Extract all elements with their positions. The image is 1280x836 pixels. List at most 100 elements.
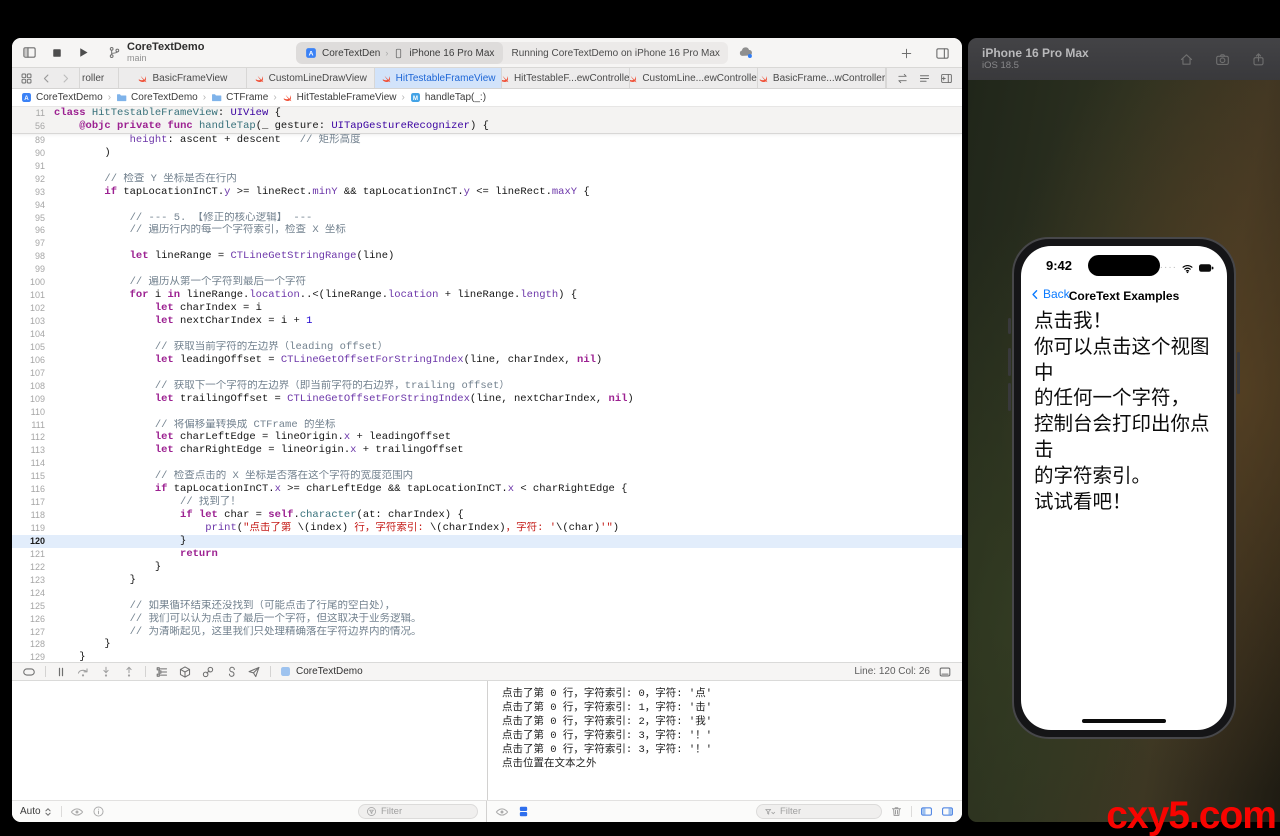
code-line-109[interactable]: 109 let trailingOffset = CTLineGetOffset… xyxy=(12,393,962,406)
code-line-114[interactable]: 114 xyxy=(12,457,962,470)
code-line-97[interactable]: 97 xyxy=(12,237,962,250)
quicklook-icon[interactable] xyxy=(70,805,84,819)
line-number[interactable]: 95 xyxy=(12,212,54,225)
scheme-selector[interactable]: A CoreTextDen › iPhone 16 Pro Max Runnin… xyxy=(296,42,728,64)
breadcrumb-item[interactable]: MhandleTap(_:) xyxy=(410,92,486,103)
simulate-location-icon[interactable] xyxy=(247,665,261,679)
code-line-108[interactable]: 108 // 获取下一个字符的左边界（即当前字符的右边界，trailing of… xyxy=(12,380,962,393)
tab-hittestableframeview[interactable]: HitTestableFrameView xyxy=(374,68,503,88)
line-number[interactable]: 127 xyxy=(12,626,54,639)
coretext-line[interactable]: 试试看吧！ xyxy=(1034,490,1221,516)
line-number[interactable]: 99 xyxy=(12,263,54,276)
line-number[interactable]: 121 xyxy=(12,548,54,561)
code-line-116[interactable]: 116 if tapLocationInCT.x >= charLeftEdge… xyxy=(12,483,962,496)
code-line-99[interactable]: 99 xyxy=(12,263,962,276)
code-line-106[interactable]: 106 let leadingOffset = CTLineGetOffsetF… xyxy=(12,354,962,367)
tab-customlinedrawview[interactable]: CustomLineDrawView xyxy=(247,68,375,88)
line-number[interactable]: 104 xyxy=(12,328,54,341)
line-number[interactable]: 124 xyxy=(12,587,54,600)
coretext-view[interactable]: 点击我！ 你可以点击这个视图中 的任何一个字符， 控制台会打印出你点击 的字符索引。 试试… xyxy=(1034,309,1221,515)
line-number[interactable]: 56 xyxy=(12,120,54,133)
coretext-line[interactable]: 的任何一个字符， xyxy=(1034,386,1221,412)
code-line-56[interactable]: 56 @objc private func handleTap(_ gestur… xyxy=(12,120,962,133)
code-line-96[interactable]: 96 // 遍历行内的每一个字符索引，检查 X 坐标 xyxy=(12,224,962,237)
line-number[interactable]: 92 xyxy=(12,173,54,186)
code-line-100[interactable]: 100 // 遍历从第一个字符到最后一个字符 xyxy=(12,276,962,289)
coretext-line[interactable]: 点击我！ xyxy=(1034,309,1221,335)
code-line-98[interactable]: 98 let lineRange = CTLineGetStringRange(… xyxy=(12,250,962,263)
screenshot-icon[interactable] xyxy=(1215,52,1230,67)
runtime-issues-icon[interactable] xyxy=(224,665,238,679)
run-button[interactable] xyxy=(77,46,90,59)
code-line-122[interactable]: 122 } xyxy=(12,561,962,574)
line-number[interactable]: 97 xyxy=(12,237,54,250)
code-line-128[interactable]: 128 } xyxy=(12,638,962,651)
code-line-101[interactable]: 101 for i in lineRange.location..<(lineR… xyxy=(12,289,962,302)
code-line-89[interactable]: 89 height: ascent + descent // 矩形高度 xyxy=(12,134,962,147)
console-filter-field[interactable]: Filter xyxy=(756,804,882,819)
editor-layout-icon[interactable] xyxy=(935,46,950,61)
line-number[interactable]: 106 xyxy=(12,354,54,367)
step-into-icon[interactable] xyxy=(99,665,113,679)
line-number[interactable]: 110 xyxy=(12,406,54,419)
code-line-124[interactable]: 124 xyxy=(12,587,962,600)
info-icon[interactable] xyxy=(92,805,105,818)
code-line-120[interactable]: 120 } xyxy=(12,534,962,548)
add-editor-icon[interactable] xyxy=(940,72,953,85)
show-variables-pane-icon[interactable] xyxy=(920,805,933,818)
line-number[interactable]: 114 xyxy=(12,457,54,470)
forward-nav-icon[interactable] xyxy=(60,73,71,84)
line-number[interactable]: 103 xyxy=(12,315,54,328)
code-line-94[interactable]: 94 xyxy=(12,199,962,212)
show-console-pane-icon[interactable] xyxy=(941,805,954,818)
back-nav-icon[interactable] xyxy=(41,73,52,84)
code-line-113[interactable]: 113 let charRightEdge = lineOrigin.x + t… xyxy=(12,444,962,457)
line-number[interactable]: 101 xyxy=(12,289,54,302)
line-number[interactable]: 94 xyxy=(12,199,54,212)
code-line-121[interactable]: 121 return xyxy=(12,548,962,561)
iphone-screen[interactable]: 9:42 ···· Back CoreText Examples 点击我！ 你可… xyxy=(1021,246,1227,730)
line-number[interactable]: 109 xyxy=(12,393,54,406)
process-name[interactable]: CoreTextDemo xyxy=(296,666,363,677)
minimap-menu-icon[interactable] xyxy=(918,72,931,85)
stop-button[interactable] xyxy=(51,47,63,59)
line-number[interactable]: 115 xyxy=(12,470,54,483)
environment-overrides-icon[interactable] xyxy=(201,665,215,679)
step-out-icon[interactable] xyxy=(122,665,136,679)
line-number[interactable]: 98 xyxy=(12,250,54,263)
line-number[interactable]: 89 xyxy=(12,134,54,147)
add-tab-button[interactable] xyxy=(900,47,913,60)
scheme-name[interactable]: CoreTextDen xyxy=(322,48,380,59)
step-over-icon[interactable] xyxy=(76,665,90,679)
code-line-117[interactable]: 117 // 找到了！ xyxy=(12,496,962,509)
code-line-118[interactable]: 118 if let char = self.character(at: cha… xyxy=(12,509,962,522)
line-number[interactable]: 119 xyxy=(12,522,54,535)
line-number[interactable]: 11 xyxy=(12,107,54,120)
line-number[interactable]: 111 xyxy=(12,419,54,432)
line-number[interactable]: 126 xyxy=(12,613,54,626)
line-number[interactable]: 116 xyxy=(12,483,54,496)
tab-basicframeview[interactable]: BasicFrameView xyxy=(119,68,247,88)
view-hierarchy-icon[interactable] xyxy=(155,665,169,679)
tab-overview-icon[interactable] xyxy=(20,72,33,85)
clear-console-icon[interactable] xyxy=(890,805,903,818)
code-line-91[interactable]: 91 xyxy=(12,160,962,173)
line-number[interactable]: 117 xyxy=(12,496,54,509)
tab-basicframe-wcontroller[interactable]: BasicFrame...wController xyxy=(758,68,886,88)
tab-customline-ewcontroller[interactable]: CustomLine...ewController xyxy=(630,68,759,88)
code-line-123[interactable]: 123 } xyxy=(12,574,962,587)
code-line-102[interactable]: 102 let charIndex = i xyxy=(12,302,962,315)
line-number[interactable]: 129 xyxy=(12,651,54,662)
console-scope-icon[interactable] xyxy=(517,805,530,818)
coretext-line[interactable]: 的字符索引。 xyxy=(1034,464,1221,490)
code-line-126[interactable]: 126 // 我们可以认为点击了最后一个字符，但这取决于业务逻辑。 xyxy=(12,613,962,626)
tab-roller[interactable]: roller xyxy=(79,68,119,88)
code-line-119[interactable]: 119 print("点击了第 \(index) 行，字符索引: \(charI… xyxy=(12,522,962,535)
line-number[interactable]: 108 xyxy=(12,380,54,393)
run-destination[interactable]: iPhone 16 Pro Max xyxy=(409,48,494,59)
line-number[interactable]: 122 xyxy=(12,561,54,574)
code-line-110[interactable]: 110 xyxy=(12,406,962,419)
code-line-90[interactable]: 90 ) xyxy=(12,147,962,160)
code-line-95[interactable]: 95 // --- 5. 【修正的核心逻辑】 --- xyxy=(12,212,962,225)
breadcrumb-item[interactable]: A CoreTextDemo xyxy=(21,92,103,103)
